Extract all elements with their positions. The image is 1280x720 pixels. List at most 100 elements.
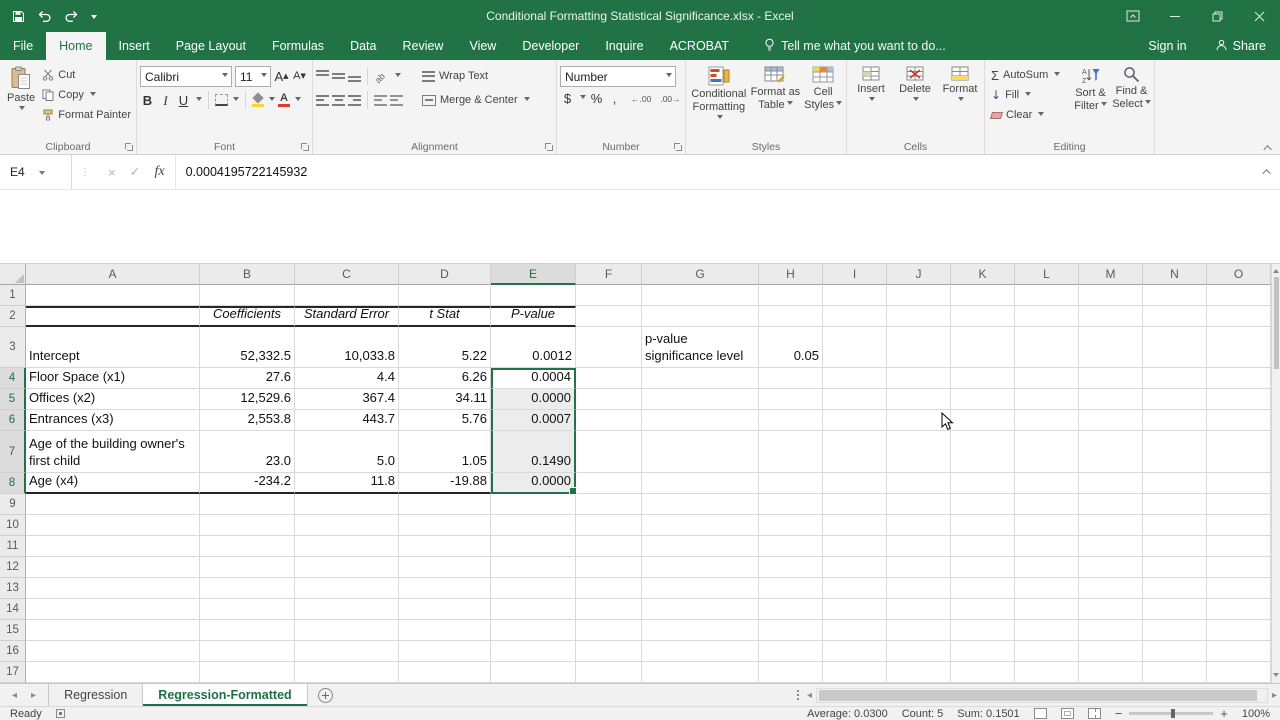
cell-C6[interactable]: 443.7 (295, 410, 399, 431)
cell-C13[interactable] (295, 578, 399, 599)
row-header-5[interactable]: 5 (0, 389, 26, 410)
underline-button[interactable]: U (176, 93, 191, 108)
borders-icon[interactable] (215, 94, 228, 106)
next-sheet-icon[interactable]: ▸ (31, 690, 36, 701)
cell-N7[interactable] (1143, 431, 1207, 473)
zoom-slider[interactable] (1129, 712, 1213, 715)
cell-H12[interactable] (759, 557, 823, 578)
decrease-font-size-icon[interactable]: A▼ (292, 69, 307, 84)
normal-view-icon[interactable] (1034, 708, 1047, 719)
cell-N8[interactable] (1143, 473, 1207, 494)
cell-G14[interactable] (642, 599, 759, 620)
row-header-4[interactable]: 4 (0, 368, 26, 389)
row-header-8[interactable]: 8 (0, 473, 26, 494)
cell-K15[interactable] (951, 620, 1015, 641)
cell-E10[interactable] (491, 515, 576, 536)
cell-K7[interactable] (951, 431, 1015, 473)
cell-O15[interactable] (1207, 620, 1271, 641)
cell-F13[interactable] (576, 578, 642, 599)
cell-E12[interactable] (491, 557, 576, 578)
merge-center-button[interactable]: Merge & Center (419, 90, 533, 110)
cell-J10[interactable] (887, 515, 951, 536)
cell-B10[interactable] (200, 515, 295, 536)
cell-E13[interactable] (491, 578, 576, 599)
format-painter-button[interactable]: Format Painter (39, 105, 134, 125)
row-header-3[interactable]: 3 (0, 327, 26, 368)
cell-B7[interactable]: 23.0 (200, 431, 295, 473)
cell-A7[interactable]: Age of the building owner's first child (26, 431, 200, 473)
cell-J4[interactable] (887, 368, 951, 389)
cell-F12[interactable] (576, 557, 642, 578)
cell-F3[interactable] (576, 327, 642, 368)
customize-quick-access-icon[interactable] (91, 15, 97, 22)
share-button[interactable]: Share (1201, 32, 1280, 60)
cell-A8[interactable]: Age (x4) (26, 473, 200, 494)
cell-D15[interactable] (399, 620, 491, 641)
cell-E1[interactable] (491, 285, 576, 306)
sort-filter-button[interactable]: AZ Sort & Filter (1070, 63, 1111, 139)
cell-G9[interactable] (642, 494, 759, 515)
find-select-button[interactable]: Find & Select (1111, 63, 1152, 139)
cell-K2[interactable] (951, 306, 1015, 327)
cell-D17[interactable] (399, 662, 491, 683)
cell-M13[interactable] (1079, 578, 1143, 599)
cell-O12[interactable] (1207, 557, 1271, 578)
row-header-9[interactable]: 9 (0, 494, 26, 515)
cell-D1[interactable] (399, 285, 491, 306)
cell-J5[interactable] (887, 389, 951, 410)
cell-F14[interactable] (576, 599, 642, 620)
cell-K4[interactable] (951, 368, 1015, 389)
ribbon-tab-data[interactable]: Data (337, 32, 389, 60)
cell-O16[interactable] (1207, 641, 1271, 662)
cell-L15[interactable] (1015, 620, 1079, 641)
cell-O2[interactable] (1207, 306, 1271, 327)
cell-I4[interactable] (823, 368, 887, 389)
cell-I16[interactable] (823, 641, 887, 662)
number-dialog-launcher-icon[interactable] (673, 142, 683, 152)
cell-N12[interactable] (1143, 557, 1207, 578)
cell-D12[interactable] (399, 557, 491, 578)
cell-O3[interactable] (1207, 327, 1271, 368)
cell-H9[interactable] (759, 494, 823, 515)
cell-N14[interactable] (1143, 599, 1207, 620)
ribbon-tab-home[interactable]: Home (46, 32, 105, 60)
cell-J14[interactable] (887, 599, 951, 620)
cell-C9[interactable] (295, 494, 399, 515)
cell-A17[interactable] (26, 662, 200, 683)
cell-I8[interactable] (823, 473, 887, 494)
cell-B14[interactable] (200, 599, 295, 620)
align-center-icon[interactable] (332, 95, 345, 106)
cell-J13[interactable] (887, 578, 951, 599)
column-header-G[interactable]: G (642, 264, 759, 285)
cell-L10[interactable] (1015, 515, 1079, 536)
format-as-table-button[interactable]: Format as Table (749, 63, 803, 139)
select-all-corner[interactable] (0, 264, 26, 285)
cell-J11[interactable] (887, 536, 951, 557)
delete-cells-button[interactable]: Delete (895, 63, 935, 139)
fill-button[interactable]: ↓ Fill (988, 85, 1070, 105)
cell-N10[interactable] (1143, 515, 1207, 536)
cell-M1[interactable] (1079, 285, 1143, 306)
cell-M5[interactable] (1079, 389, 1143, 410)
insert-function-icon[interactable]: fx (155, 164, 165, 180)
cell-H1[interactable] (759, 285, 823, 306)
cell-F2[interactable] (576, 306, 642, 327)
column-header-B[interactable]: B (200, 264, 295, 285)
column-header-I[interactable]: I (823, 264, 887, 285)
cell-E11[interactable] (491, 536, 576, 557)
cell-I12[interactable] (823, 557, 887, 578)
undo-icon[interactable] (37, 10, 52, 23)
restore-icon[interactable] (1196, 0, 1238, 32)
cell-O8[interactable] (1207, 473, 1271, 494)
cell-D3[interactable]: 5.22 (399, 327, 491, 368)
cell-J9[interactable] (887, 494, 951, 515)
cell-B1[interactable] (200, 285, 295, 306)
cell-G2[interactable] (642, 306, 759, 327)
cell-E5[interactable]: 0.0000 (491, 389, 576, 410)
cell-K13[interactable] (951, 578, 1015, 599)
cell-B11[interactable] (200, 536, 295, 557)
redo-icon[interactable] (64, 10, 79, 23)
cell-N17[interactable] (1143, 662, 1207, 683)
ribbon-tab-formulas[interactable]: Formulas (259, 32, 337, 60)
insert-cells-button[interactable]: Insert (851, 63, 891, 139)
